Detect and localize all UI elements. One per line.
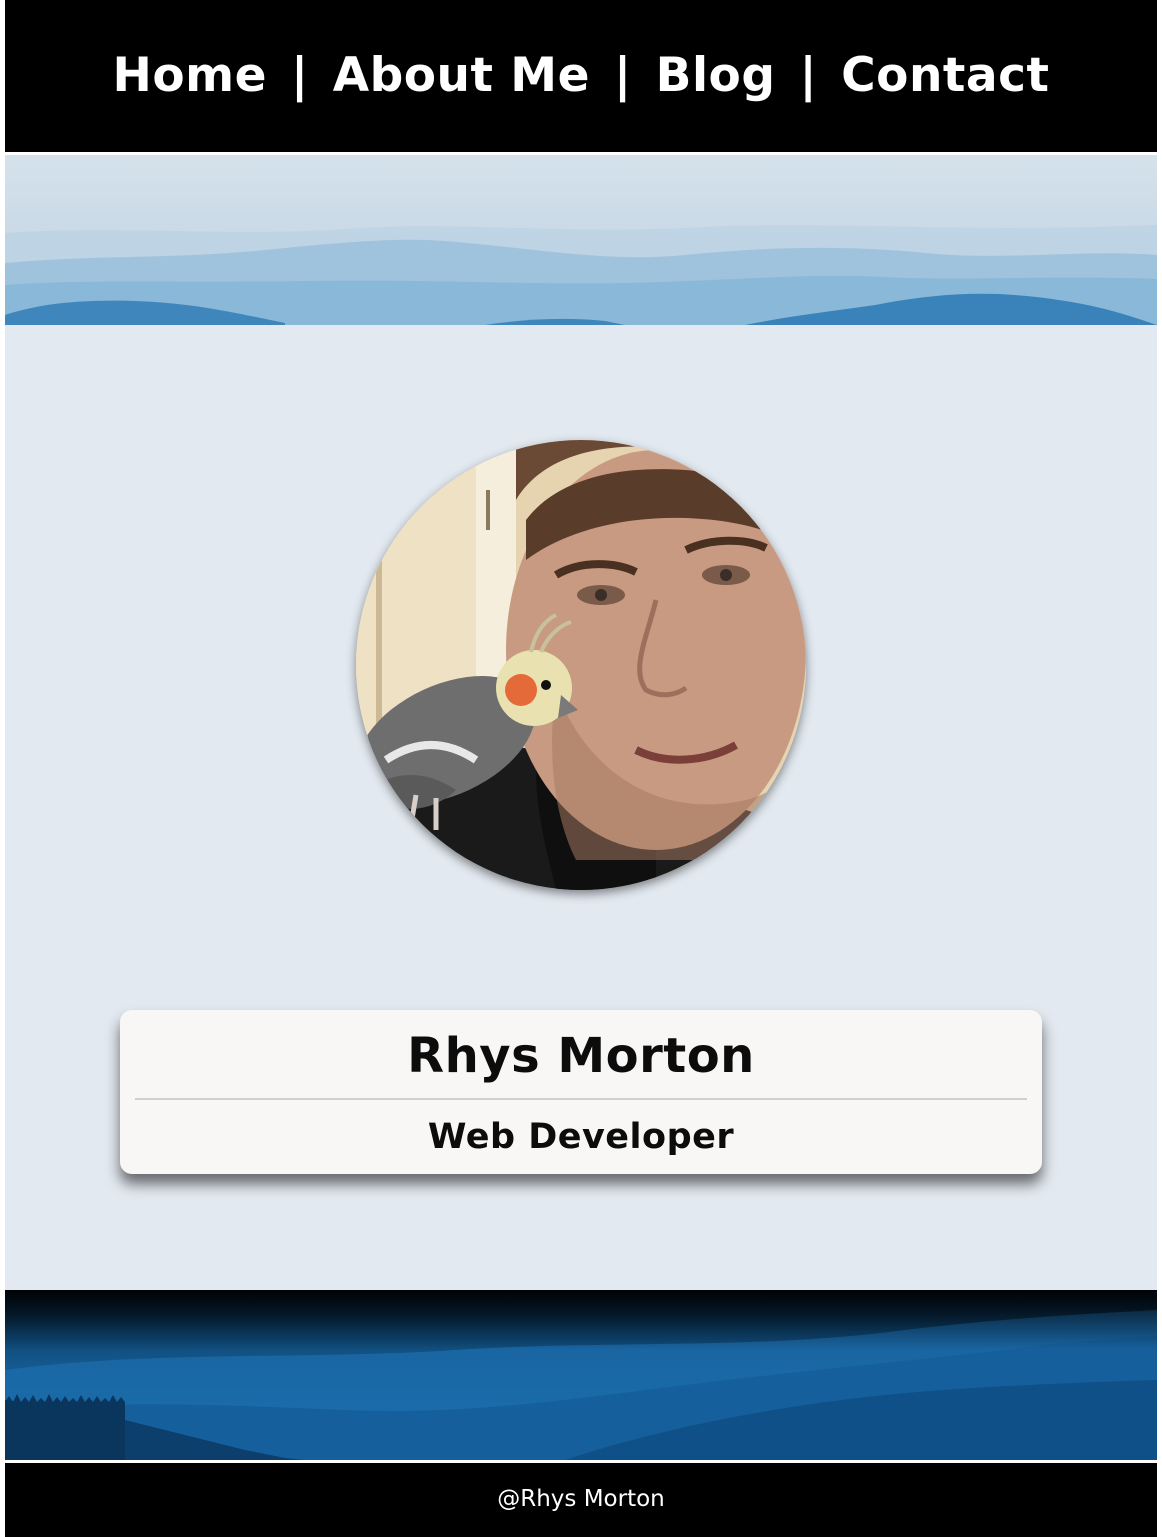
nav-link-about-me[interactable]: About Me <box>333 48 590 103</box>
nav-link-contact[interactable]: Contact <box>841 48 1049 103</box>
profile-photo <box>356 440 806 890</box>
footer-banner-mountains <box>5 1290 1157 1460</box>
nav-separator: | <box>613 47 632 103</box>
profile-name: Rhys Morton <box>407 1028 755 1084</box>
page: Home | About Me | Blog | Contact Rhys Mo… <box>0 0 1162 1537</box>
nav-link-blog[interactable]: Blog <box>656 48 776 103</box>
profile-card: Rhys Morton Web Developer <box>120 1010 1042 1174</box>
nav-separator: | <box>799 47 818 103</box>
nav-separator: | <box>291 47 309 103</box>
header-banner-mountains <box>5 155 1157 325</box>
profile-role: Web Developer <box>427 1117 735 1157</box>
footer-copyright: @Rhys Morton <box>497 1486 665 1512</box>
main-content: Rhys Morton Web Developer <box>5 325 1157 1290</box>
mountain-landscape-image <box>5 155 1157 325</box>
forest-mountain-image <box>5 1290 1157 1460</box>
portrait-with-cockatiel-photo <box>356 440 806 890</box>
main-navigation: Home | About Me | Blog | Contact <box>5 0 1157 152</box>
site-footer: @Rhys Morton <box>5 1463 1157 1537</box>
nav-link-home[interactable]: Home <box>113 48 267 103</box>
